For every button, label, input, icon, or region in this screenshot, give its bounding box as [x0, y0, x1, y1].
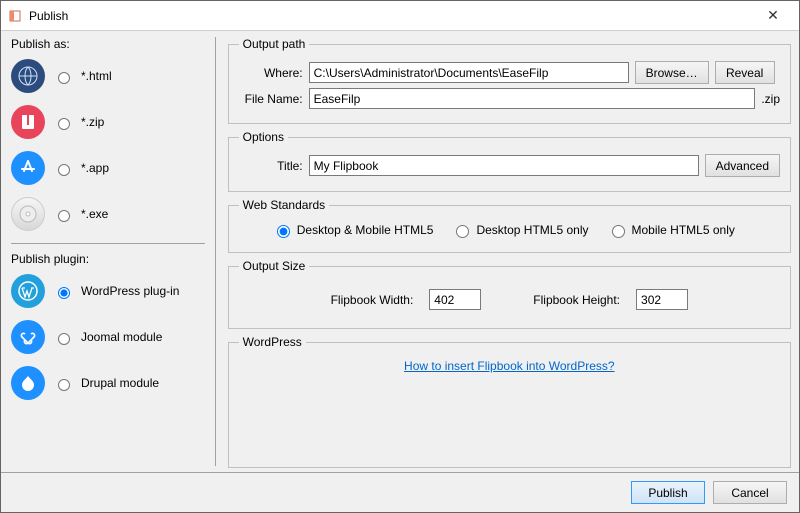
format-exe-label: *.exe	[81, 207, 108, 221]
filename-ext: .zip	[761, 92, 780, 106]
ws-option-1[interactable]: Desktop HTML5 only	[451, 222, 588, 238]
where-label: Where:	[239, 66, 303, 80]
publish-plugin-label: Publish plugin:	[11, 252, 205, 268]
format-zip-radio[interactable]	[58, 118, 70, 130]
joomla-icon	[11, 320, 45, 354]
dialog-body: Publish as: *.html *.zip	[1, 31, 799, 472]
ws-radio-2[interactable]	[612, 225, 625, 238]
format-app[interactable]: *.app	[11, 145, 205, 191]
ws-label-0: Desktop & Mobile HTML5	[297, 223, 434, 237]
window-title: Publish	[29, 9, 753, 23]
format-zip[interactable]: *.zip	[11, 99, 205, 145]
format-exe[interactable]: *.exe	[11, 191, 205, 237]
format-app-radio[interactable]	[58, 164, 70, 176]
wordpress-help-link[interactable]: How to insert Flipbook into WordPress?	[404, 359, 615, 373]
group-output-size: Output Size Flipbook Width: Flipbook Hei…	[228, 259, 791, 329]
format-html-label: *.html	[81, 69, 112, 83]
ws-label-1: Desktop HTML5 only	[476, 223, 588, 237]
dialog-footer: Publish Cancel	[1, 472, 799, 512]
format-exe-radio[interactable]	[58, 210, 70, 222]
output-path-legend: Output path	[239, 37, 310, 51]
format-html[interactable]: *.html	[11, 53, 205, 99]
plugin-joomla-radio[interactable]	[58, 333, 70, 345]
publish-as-label: Publish as:	[11, 37, 205, 53]
browse-button[interactable]: Browse…	[635, 61, 709, 84]
plugin-joomla-label: Joomal module	[81, 330, 162, 344]
plugin-drupal-radio[interactable]	[58, 379, 70, 391]
title-input[interactable]	[309, 155, 699, 176]
filename-label: File Name:	[239, 92, 303, 106]
zip-icon	[11, 105, 45, 139]
group-options: Options Title: Advanced	[228, 130, 791, 192]
titlebar: Publish ✕	[1, 1, 799, 31]
app-icon	[7, 8, 23, 24]
plugin-joomla[interactable]: Joomal module	[11, 314, 205, 360]
plugin-drupal[interactable]: Drupal module	[11, 360, 205, 406]
reveal-button[interactable]: Reveal	[715, 61, 775, 84]
height-label: Flipbook Height:	[533, 293, 620, 307]
ws-option-2[interactable]: Mobile HTML5 only	[607, 222, 735, 238]
format-html-radio[interactable]	[58, 72, 70, 84]
publish-dialog: Publish ✕ Publish as: *.html *.zip	[0, 0, 800, 513]
close-button[interactable]: ✕	[753, 3, 793, 28]
options-legend: Options	[239, 130, 288, 144]
where-input[interactable]	[309, 62, 629, 83]
left-divider	[11, 243, 205, 244]
plugin-wordpress-label: WordPress plug-in	[81, 284, 179, 298]
wordpress-icon	[11, 274, 45, 308]
group-web-standards: Web Standards Desktop & Mobile HTML5 Des…	[228, 198, 791, 253]
group-output-path: Output path Where: Browse… Reveal File N…	[228, 37, 791, 124]
right-panel: Output path Where: Browse… Reveal File N…	[216, 31, 799, 472]
left-panel: Publish as: *.html *.zip	[1, 31, 215, 472]
ws-label-2: Mobile HTML5 only	[632, 223, 735, 237]
plugin-drupal-label: Drupal module	[81, 376, 159, 390]
advanced-button[interactable]: Advanced	[705, 154, 780, 177]
globe-icon	[11, 59, 45, 93]
plugin-wordpress[interactable]: WordPress plug-in	[11, 268, 205, 314]
width-input[interactable]	[429, 289, 481, 310]
ws-radio-1[interactable]	[456, 225, 469, 238]
title-label: Title:	[239, 159, 303, 173]
wordpress-legend: WordPress	[239, 335, 306, 349]
plugin-wordpress-radio[interactable]	[58, 287, 70, 299]
filename-input[interactable]	[309, 88, 756, 109]
disc-icon	[11, 197, 45, 231]
height-input[interactable]	[636, 289, 688, 310]
output-size-legend: Output Size	[239, 259, 310, 273]
drupal-icon	[11, 366, 45, 400]
ws-radio-0[interactable]	[277, 225, 290, 238]
cancel-button[interactable]: Cancel	[713, 481, 787, 504]
app-store-icon	[11, 151, 45, 185]
format-zip-label: *.zip	[81, 115, 104, 129]
width-label: Flipbook Width:	[331, 293, 414, 307]
web-standards-legend: Web Standards	[239, 198, 330, 212]
group-wordpress: WordPress How to insert Flipbook into Wo…	[228, 335, 791, 468]
publish-button[interactable]: Publish	[631, 481, 705, 504]
format-app-label: *.app	[81, 161, 109, 175]
ws-option-0[interactable]: Desktop & Mobile HTML5	[272, 222, 434, 238]
